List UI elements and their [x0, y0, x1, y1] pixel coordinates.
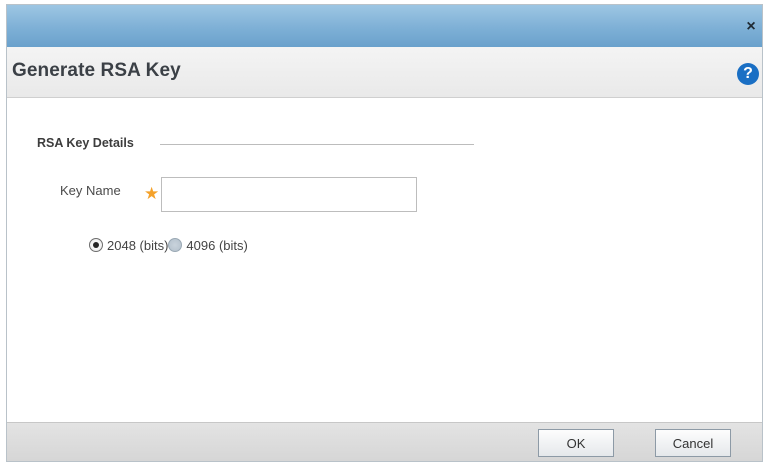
- generate-rsa-key-dialog: × Generate RSA Key ? RSA Key Details Key…: [6, 4, 763, 462]
- dialog-footer: OK Cancel: [7, 422, 762, 461]
- dialog-titlebar: ×: [7, 5, 762, 47]
- key-name-label: Key Name: [60, 183, 121, 198]
- required-star-icon: ★: [144, 184, 160, 203]
- key-name-input[interactable]: [161, 177, 417, 212]
- ok-button[interactable]: OK: [538, 429, 614, 457]
- radio-2048-bits[interactable]: [89, 238, 103, 252]
- radio-4096-bits-label[interactable]: 4096 (bits): [186, 238, 247, 253]
- key-size-radio-group: 2048 (bits) 4096 (bits): [89, 235, 248, 255]
- close-icon[interactable]: ×: [743, 19, 759, 35]
- help-icon[interactable]: ?: [737, 63, 759, 85]
- cancel-button[interactable]: Cancel: [655, 429, 731, 457]
- section-divider: [160, 144, 474, 145]
- dialog-title: Generate RSA Key: [12, 60, 181, 81]
- radio-4096-bits[interactable]: [168, 238, 183, 252]
- radio-2048-bits-label[interactable]: 2048 (bits): [107, 238, 168, 253]
- dialog-header: Generate RSA Key ?: [7, 47, 762, 98]
- section-title: RSA Key Details: [37, 136, 134, 150]
